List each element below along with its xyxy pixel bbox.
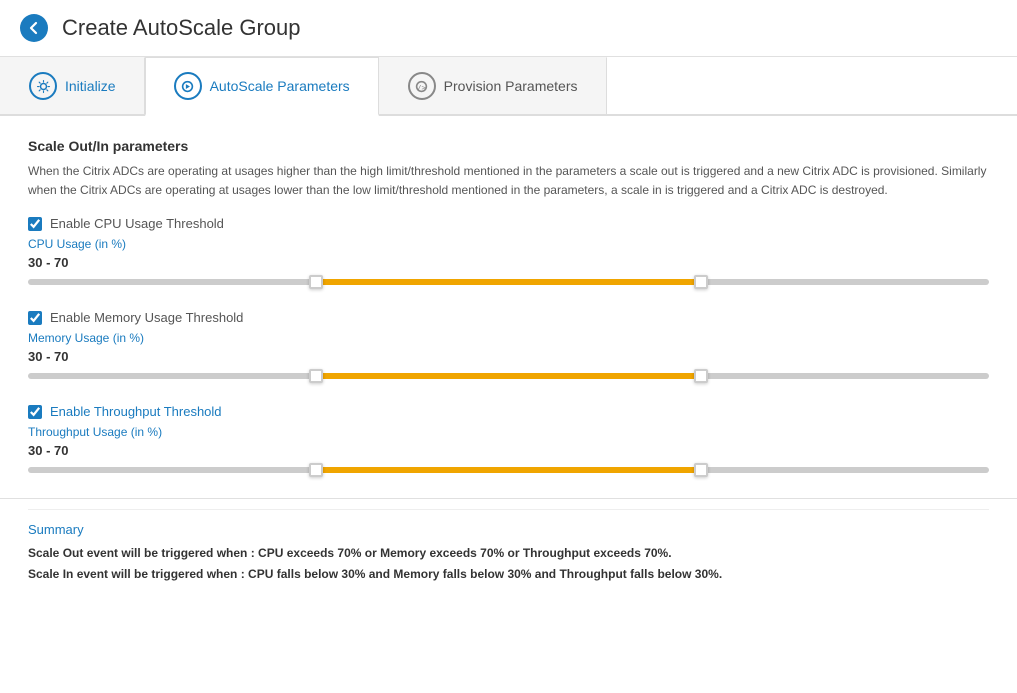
memory-slider-track <box>28 373 989 379</box>
tab-autoscale-parameters[interactable]: AutoScale Parameters <box>145 57 379 116</box>
summary-title: Summary <box>28 522 989 537</box>
cpu-checkbox[interactable] <box>28 217 42 231</box>
tab-initialize-label: Initialize <box>65 78 116 94</box>
back-button[interactable] <box>20 14 48 42</box>
memory-slider[interactable] <box>28 368 989 384</box>
summary-section: Summary Scale Out event will be triggere… <box>28 509 989 584</box>
throughput-slider-track <box>28 467 989 473</box>
cpu-slider[interactable] <box>28 274 989 290</box>
cpu-range-value: 30 - 70 <box>28 255 989 270</box>
cpu-slider-fill <box>316 279 700 285</box>
memory-checkbox[interactable] <box>28 311 42 325</box>
summary-scale-out: Scale Out event will be triggered when :… <box>28 546 672 560</box>
throughput-slider-thumb-low[interactable] <box>309 463 323 477</box>
cpu-threshold-block: Enable CPU Usage Threshold CPU Usage (in… <box>28 216 989 290</box>
content-area: Scale Out/In parameters When the Citrix … <box>0 116 1017 606</box>
page-title: Create AutoScale Group <box>62 15 300 41</box>
tab-provision-label: Provision Parameters <box>444 78 578 94</box>
cpu-slider-thumb-low[interactable] <box>309 275 323 289</box>
tabs-row: Initialize AutoScale Parameters /> Provi… <box>0 57 1017 116</box>
cpu-slider-thumb-high[interactable] <box>694 275 708 289</box>
page-header: Create AutoScale Group <box>0 0 1017 57</box>
memory-checkbox-row: Enable Memory Usage Threshold <box>28 310 989 325</box>
cpu-checkbox-row: Enable CPU Usage Threshold <box>28 216 989 231</box>
throughput-slider-thumb-high[interactable] <box>694 463 708 477</box>
initialize-tab-icon <box>29 72 57 100</box>
throughput-usage-label: Throughput Usage (in %) <box>28 425 989 439</box>
memory-slider-thumb-high[interactable] <box>694 369 708 383</box>
throughput-range-value: 30 - 70 <box>28 443 989 458</box>
tab-initialize[interactable]: Initialize <box>0 57 145 114</box>
throughput-slider-fill <box>316 467 700 473</box>
memory-slider-fill <box>316 373 700 379</box>
summary-divider <box>0 498 1017 499</box>
section-title: Scale Out/In parameters <box>28 138 989 154</box>
memory-threshold-block: Enable Memory Usage Threshold Memory Usa… <box>28 310 989 384</box>
throughput-checkbox[interactable] <box>28 405 42 419</box>
summary-scale-in: Scale In event will be triggered when : … <box>28 567 722 581</box>
cpu-checkbox-label: Enable CPU Usage Threshold <box>50 216 224 231</box>
memory-slider-thumb-low[interactable] <box>309 369 323 383</box>
cpu-slider-track <box>28 279 989 285</box>
throughput-threshold-block: Enable Throughput Threshold Throughput U… <box>28 404 989 478</box>
section-description: When the Citrix ADCs are operating at us… <box>28 162 989 200</box>
tab-provision-parameters[interactable]: /> Provision Parameters <box>379 57 607 114</box>
autoscale-tab-icon <box>174 72 202 100</box>
cpu-usage-label: CPU Usage (in %) <box>28 237 989 251</box>
memory-checkbox-label: Enable Memory Usage Threshold <box>50 310 243 325</box>
svg-text:/>: /> <box>417 82 426 91</box>
throughput-checkbox-label: Enable Throughput Threshold <box>50 404 222 419</box>
provision-tab-icon: /> <box>408 72 436 100</box>
summary-text: Scale Out event will be triggered when :… <box>28 543 989 584</box>
tab-autoscale-label: AutoScale Parameters <box>210 78 350 94</box>
memory-range-value: 30 - 70 <box>28 349 989 364</box>
throughput-slider[interactable] <box>28 462 989 478</box>
throughput-checkbox-row: Enable Throughput Threshold <box>28 404 989 419</box>
memory-usage-label: Memory Usage (in %) <box>28 331 989 345</box>
